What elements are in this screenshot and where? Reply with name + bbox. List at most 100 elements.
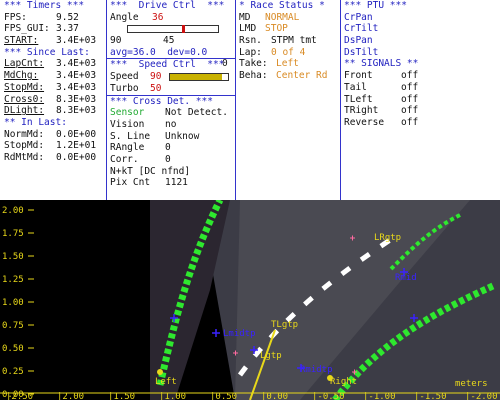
avg-dev-text: avg=36.0 dev=0.0 (110, 46, 208, 58)
angle-label: Angle (110, 11, 139, 23)
x-tick-label: |1.50 (108, 392, 135, 400)
rangle-value: 0 (165, 142, 171, 154)
signal-tleft-value: off (401, 93, 419, 105)
x-tick-label: |2.50 (6, 392, 33, 400)
beha-value: Center Rd (276, 70, 328, 82)
normmd-value: 0.0E+00 (56, 128, 97, 140)
rdmtmd-label: RdMtMd: (4, 151, 45, 163)
y-tick-label: 1.75 (2, 229, 24, 239)
signals-header: ** SIGNALS ** (344, 58, 419, 70)
mdchg-label: MdChg: (4, 70, 39, 82)
dlight-value: 8.3E+03 (56, 105, 97, 117)
sensor-value: Not Detect. (165, 107, 228, 119)
signal-tright-label: TRight (344, 105, 379, 117)
lapcnt-value: 3.4E+03 (56, 58, 97, 70)
x-tick-label: |-1.00 (363, 392, 396, 400)
ptu-item-crpan: CrPan (344, 11, 373, 23)
angle-slider[interactable] (127, 25, 219, 34)
y-tick-label: 1.00 (2, 298, 24, 308)
scale-mid: 45 (163, 35, 175, 47)
signal-tleft-label: TLeft (344, 93, 373, 105)
stopmd2-value: 1.2E+01 (56, 140, 97, 152)
stopmd2-label: StopMd: (4, 140, 45, 152)
ptu-item-dstilt: DsTilt (344, 46, 379, 58)
y-tick-label: 0.50 (2, 344, 24, 354)
signal-front-label: Front (344, 70, 373, 82)
rangle-label: RAngle (110, 142, 145, 154)
ptu-item-crtilt: CrTilt (344, 23, 379, 35)
timers-header: *** Timers *** (4, 0, 85, 11)
take-label: Take: (239, 58, 268, 70)
x-tick-label: |-0.50 (312, 392, 345, 400)
since-last-header: *** Since Last: (4, 46, 90, 58)
in-last-header: ** In Last: (4, 116, 67, 128)
y-tick-label: 1.50 (2, 252, 24, 262)
x-tick-label: |-2.00 (465, 392, 498, 400)
speed-bar-fill (170, 74, 223, 81)
fpsgui-label: FPS_GUI: (4, 23, 50, 35)
beha-label: Beha: (239, 70, 268, 82)
signal-tail-value: off (401, 81, 419, 93)
fps-label: FPS: (4, 11, 27, 23)
corr-label: Corr. (110, 153, 139, 165)
fps-value: 9.52 (56, 11, 79, 23)
corr-value: 0 (165, 153, 171, 165)
signal-reverse-value: off (401, 116, 419, 128)
start-label: START: (4, 35, 39, 47)
axis-unit-label: meters (455, 379, 488, 389)
camera-view: Left Right LRgtp TLgtp Lmidtp Lgtp Rmidt… (0, 200, 500, 400)
vision-label: Vision (110, 118, 145, 130)
timers-column: *** Timers *** FPS: 9.52 FPS_GUI: 3.37 STA… (0, 0, 106, 200)
sensor-label: Sensor (110, 107, 145, 119)
x-tick-label: |0.50 (210, 392, 237, 400)
label-rmidtp: Rmidtp (300, 365, 333, 375)
stopmd-label: StopMd: (4, 81, 45, 93)
speed-header: *** Speed Ctrl *** (107, 58, 235, 71)
dlight-label: DLight: (4, 105, 45, 117)
md-label: MD (239, 11, 251, 23)
normmd-label: NormMd: (4, 128, 45, 140)
turbo-value: 50 (150, 82, 162, 94)
y-tick-label: 0.75 (2, 321, 24, 331)
lapcnt-label: LapCnt: (4, 58, 45, 70)
angle-value: 36 (152, 11, 164, 23)
label-right: Right (330, 377, 357, 387)
pix-cnt-label: Pix Cnt (110, 177, 151, 189)
x-tick-label: |-1.50 (414, 392, 447, 400)
lap-value: 0 of 4 (271, 46, 306, 58)
signal-tright-value: off (401, 105, 419, 117)
y-tick-label: 2.00 (2, 206, 24, 216)
sline-label: S. Line (110, 130, 151, 142)
turbo-label: Turbo (110, 82, 139, 94)
speed-label: Speed (110, 71, 139, 83)
stopmd-value: 3.4E+03 (56, 81, 97, 93)
race-column: * Race Status * MD NORMAL LMD STOP Rsn. STP… (236, 0, 340, 200)
lap-label: Lap: (239, 46, 262, 58)
sline-value: Unknow (165, 130, 200, 142)
lmd-value: STOP (265, 23, 288, 35)
x-tick-label: |1.00 (159, 392, 186, 400)
label-lrgtp: LRgtp (374, 233, 401, 243)
ptu-header: *** PTU *** (344, 0, 407, 11)
speed-bar (169, 73, 229, 82)
pix-cnt-value: 1121 (165, 177, 188, 189)
signal-reverse-label: Reverse (344, 116, 385, 128)
x-tick-label: |0.00 (261, 392, 288, 400)
status-panel: *** Timers *** FPS: 9.52 FPS_GUI: 3.37 STA… (0, 0, 500, 200)
label-left: Left (155, 377, 177, 387)
angle-slider-thumb[interactable] (182, 25, 185, 34)
drive-column: *** Drive Ctrl *** Angle 36 90 0 45 avg=3… (107, 0, 235, 200)
take-value: Left (276, 58, 299, 70)
lmd-label: LMD (239, 23, 257, 35)
fpsgui-value: 3.37 (56, 23, 79, 35)
rsn-label: Rsn. (239, 35, 262, 47)
drive-header: *** Drive Ctrl *** (110, 0, 225, 11)
md-value: NORMAL (265, 11, 300, 23)
rsn-value: STPM tmt (271, 35, 317, 47)
rdmtmd-value: 0.0E+00 (56, 151, 97, 163)
start-value: 3.4E+03 (56, 35, 97, 47)
y-tick-label: 1.25 (2, 275, 24, 285)
signal-tail-label: Tail (344, 81, 367, 93)
label-tlgtp: TLgtp (271, 320, 298, 330)
signal-front-value: off (401, 70, 419, 82)
